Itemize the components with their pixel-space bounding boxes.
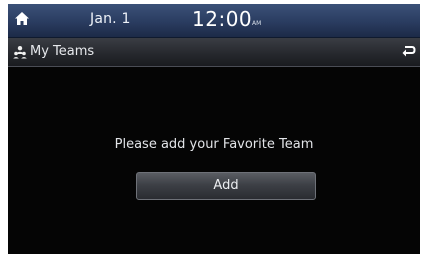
empty-state-message: Please add your Favorite Team xyxy=(114,137,314,152)
page-title: My Teams xyxy=(30,44,95,59)
head-unit-screen: Jan. 1 12:00 AM My Teams Please add your… xyxy=(8,4,420,254)
home-icon[interactable] xyxy=(13,10,31,28)
ampm-indicator: AM xyxy=(252,20,262,27)
teams-icon xyxy=(13,44,27,59)
title-bar: My Teams xyxy=(8,38,420,67)
date-display: Jan. 1 xyxy=(90,11,131,27)
back-icon[interactable] xyxy=(400,43,416,59)
status-bar: Jan. 1 12:00 AM xyxy=(8,4,420,38)
time-display: 12:00 xyxy=(192,7,253,31)
device-frame: Jan. 1 12:00 AM My Teams Please add your… xyxy=(0,0,427,260)
add-button[interactable]: Add xyxy=(136,172,316,200)
